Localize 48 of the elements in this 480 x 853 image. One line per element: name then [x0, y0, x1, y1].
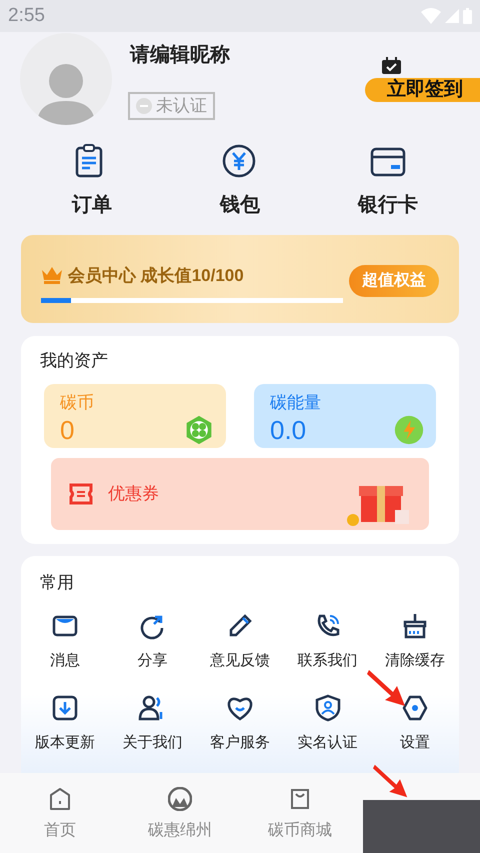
status-time: 2:55 [8, 4, 45, 28]
quick-link-label[interactable]: 钱包 [220, 190, 260, 220]
calendar-check-icon [382, 57, 401, 74]
menu-item-label[interactable]: 客户服务 [210, 732, 270, 754]
nickname[interactable]: 请编辑昵称 [130, 40, 230, 70]
sign-in-button[interactable]: 立即签到 [365, 78, 480, 102]
menu-item-label[interactable]: 意见反馈 [210, 650, 270, 672]
menu-item-label[interactable]: 关于我们 [122, 732, 182, 754]
nav-tab-label: 碳惠绵州 [148, 820, 212, 841]
yen-coin-icon[interactable] [222, 144, 258, 178]
lightning-coin-icon [394, 414, 424, 444]
ticket-icon [68, 482, 94, 504]
coupon-label: 优惠券 [108, 482, 159, 505]
common-title: 常用 [39, 572, 75, 594]
broom-icon[interactable] [401, 612, 430, 640]
tile-label: 碳能量 [270, 392, 322, 414]
clover-coin-icon [184, 414, 214, 444]
battery-icon [463, 8, 472, 24]
minus-circle-icon [136, 98, 152, 114]
menu-item-label[interactable]: 实名认证 [298, 732, 358, 754]
menu-item-label[interactable]: 清除缓存 [385, 650, 446, 672]
crown-icon [42, 267, 62, 284]
pointer-arrow [367, 668, 407, 708]
menu-item-label[interactable]: 消息 [50, 650, 80, 672]
tile-value: 0.0 [270, 415, 306, 445]
quick-link-label[interactable]: 订单 [72, 190, 112, 220]
member-title: 会员中心 成长值10/100 [68, 265, 244, 287]
shopping-bag-icon [288, 787, 312, 811]
download-icon[interactable] [50, 694, 79, 722]
member-card[interactable]: 会员中心 成长值10/100 超值权益 [21, 235, 459, 323]
menu-item-label[interactable]: 版本更新 [34, 732, 95, 754]
nav-tab-label: 首页 [44, 821, 76, 841]
menu-item-label[interactable]: 设置 [400, 732, 430, 754]
nav-tab-label: 碳币商城 [268, 820, 332, 841]
tile-value: 0 [60, 415, 74, 445]
wifi-icon [421, 8, 441, 24]
menu-item-label[interactable]: 联系我们 [298, 650, 358, 672]
menu-item-label[interactable]: 分享 [137, 650, 168, 672]
home-icon [48, 787, 72, 811]
m-logo-icon [168, 787, 192, 811]
verify-label: 未认证 [156, 95, 207, 118]
shield-user-icon[interactable] [314, 694, 342, 722]
signal-icon [445, 9, 459, 23]
assets-title: 我的资产 [39, 350, 109, 372]
quick-link-label[interactable]: 银行卡 [358, 190, 418, 220]
settings-icon[interactable] [401, 694, 430, 722]
pointer-arrow [373, 763, 409, 799]
tile-label: 碳币 [60, 392, 95, 414]
